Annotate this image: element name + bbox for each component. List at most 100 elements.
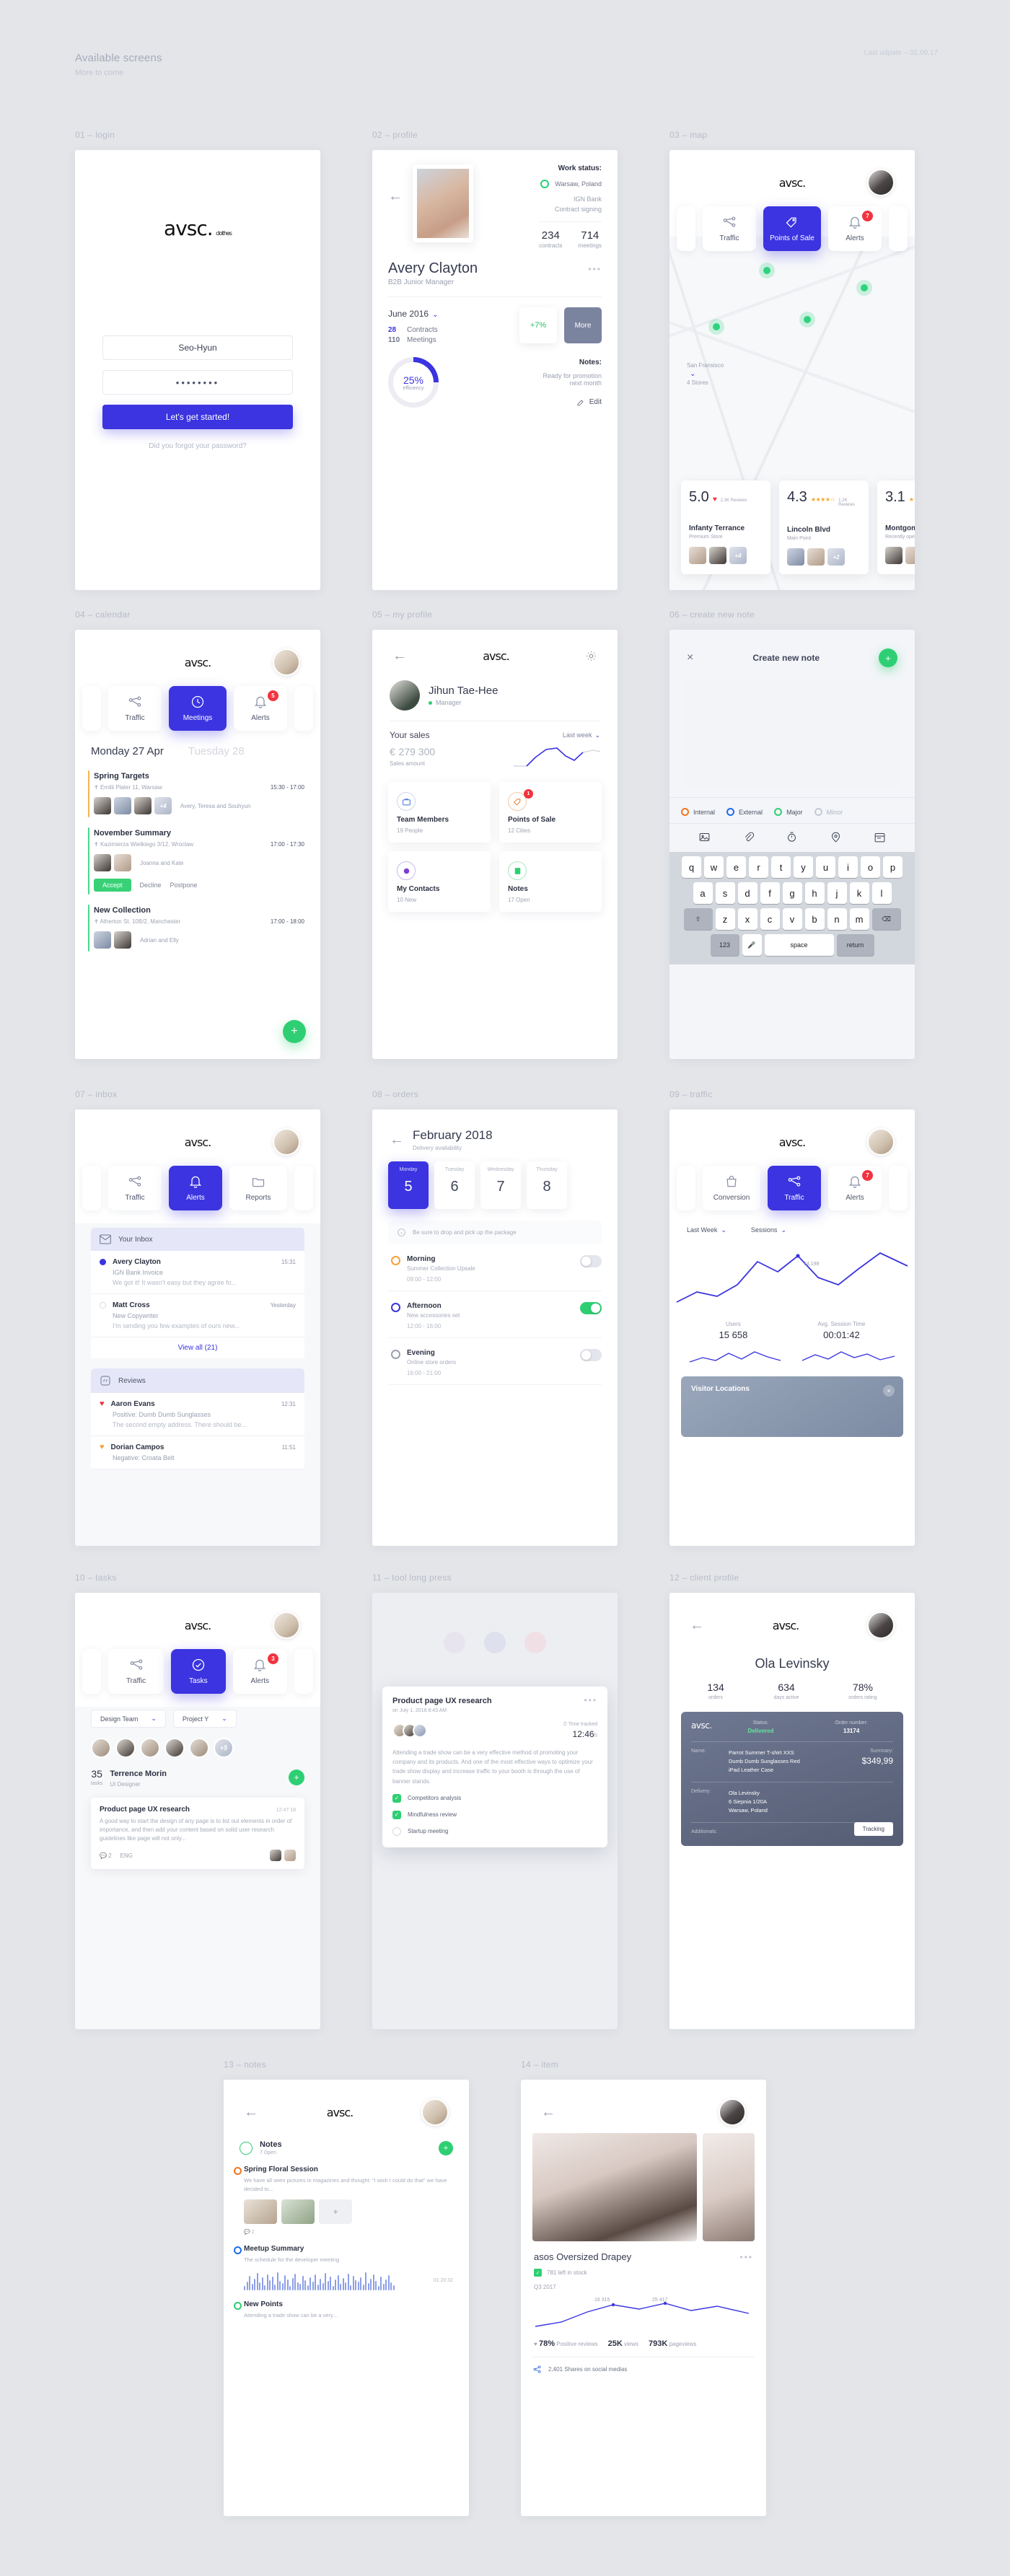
map-pin[interactable] [763, 267, 770, 274]
slot-item[interactable]: Morning Summer Collection Upsale 09:00 -… [388, 1247, 602, 1291]
tag-major[interactable]: Major [774, 808, 803, 816]
key[interactable]: f [760, 882, 780, 904]
login-button[interactable]: Let's get started! [102, 405, 293, 429]
nav-alerts[interactable]: 3 Alerts [232, 1649, 287, 1694]
tile-my-contacts[interactable]: My Contacts 10 New [388, 851, 491, 912]
team-filter[interactable]: Design Team ⌄ [91, 1710, 166, 1728]
avatar[interactable] [273, 1612, 300, 1639]
avatar[interactable] [115, 1738, 136, 1758]
key[interactable]: m [849, 908, 869, 930]
day-item[interactable]: Monday 5 [388, 1161, 429, 1209]
tile-notes[interactable]: Notes 17 Open [499, 851, 602, 912]
back-icon[interactable]: ← [388, 164, 403, 249]
map-pin[interactable] [713, 323, 720, 330]
avatar[interactable] [421, 2098, 449, 2126]
nav-tasks[interactable]: Tasks [171, 1649, 226, 1694]
nav-prev[interactable] [82, 1166, 101, 1210]
location-icon[interactable] [830, 831, 842, 843]
password-input[interactable]: •••••••• [102, 370, 293, 395]
view-all-button[interactable]: View all (21) [91, 1337, 304, 1358]
map-pin[interactable] [804, 316, 811, 323]
return-key[interactable]: return [836, 934, 874, 956]
event-item[interactable]: New Collection ✝ Atherton St. 10B/2, Man… [75, 899, 320, 956]
nav-meetings[interactable]: Meetings [169, 686, 227, 731]
close-icon[interactable]: × [883, 1385, 895, 1397]
slot-item[interactable]: Afternoon New accessories set 12:00 - 16… [388, 1294, 602, 1338]
nav-traffic[interactable]: Traffic [108, 1649, 164, 1694]
store-card[interactable]: 4.3 ★★★★☆ 1.2K Reviews Lincoln Blvd Main P… [779, 480, 869, 574]
back-icon[interactable]: ← [392, 649, 407, 663]
avatar[interactable] [390, 680, 420, 711]
back-icon[interactable]: ← [541, 2105, 556, 2119]
day-item[interactable]: Tuesday 6 [434, 1161, 475, 1209]
tag-external[interactable]: External [726, 808, 763, 816]
chevron-down-icon[interactable]: ⌄ [432, 311, 438, 319]
key[interactable]: h [804, 882, 825, 904]
store-card[interactable]: 3.1★★★ Montgomery Recently opened [877, 480, 915, 574]
decline-button[interactable]: Decline [140, 882, 162, 889]
close-icon[interactable]: × [687, 651, 693, 664]
mail-item[interactable]: Matt Cross Yesterday New Copywriter I'm s… [91, 1294, 304, 1337]
key[interactable]: a [693, 882, 713, 904]
avatar[interactable] [91, 1738, 111, 1758]
tile-points-of-sale[interactable]: 1 Points of Sale 12 Cities [499, 782, 602, 843]
key[interactable]: i [838, 856, 858, 878]
key[interactable]: g [782, 882, 802, 904]
calendar-icon[interactable] [874, 831, 886, 843]
review-item[interactable]: ♥ Dorian Campos 11:51 Negative: Croata Bel… [91, 1436, 304, 1469]
back-icon[interactable]: ← [390, 1133, 404, 1147]
tag-internal[interactable]: Internal [681, 808, 715, 816]
checklist-item[interactable]: ✓ Mindfulness review [392, 1810, 597, 1819]
more-options-icon[interactable]: ••• [588, 264, 602, 274]
avatar[interactable] [719, 2098, 746, 2126]
backspace-key[interactable]: ⌫ [871, 908, 901, 930]
day-item[interactable]: Thursday 8 [527, 1161, 567, 1209]
next-day[interactable]: Tuesday 28 [188, 745, 245, 757]
key[interactable]: n [827, 908, 847, 930]
event-item[interactable]: Spring Targets ✝ Emilii Plater 11, Warsa… [75, 765, 320, 822]
nav-alerts[interactable]: 5 Alerts [234, 686, 287, 731]
slot-toggle[interactable] [580, 1255, 602, 1267]
add-event-button[interactable]: + [283, 1020, 306, 1043]
nav-traffic[interactable]: Traffic [108, 1166, 162, 1210]
avatar[interactable] [189, 1738, 209, 1758]
nav-prev[interactable] [82, 686, 101, 731]
space-key[interactable]: space [764, 934, 834, 956]
key[interactable]: u [816, 856, 835, 878]
day-item[interactable]: Wednesday 7 [480, 1161, 521, 1209]
slot-toggle[interactable] [580, 1349, 602, 1361]
current-day[interactable]: Monday 27 Apr [91, 745, 164, 757]
postpone-button[interactable]: Postpone [170, 882, 198, 889]
username-input[interactable]: Seo-Hyun [102, 335, 293, 360]
timer-icon[interactable] [786, 831, 798, 843]
avatar[interactable] [867, 1128, 895, 1156]
nav-next[interactable] [889, 206, 908, 251]
store-card[interactable]: 5.0 ♥ 2.3K Reviews Infanty Terrance Premiu… [681, 480, 770, 574]
avatar[interactable] [140, 1738, 160, 1758]
more-options-icon[interactable]: ••• [584, 1695, 597, 1705]
image-icon[interactable] [698, 831, 711, 843]
edit-button[interactable]: Edit [543, 398, 602, 407]
avatar[interactable] [867, 1612, 895, 1639]
nav-traffic[interactable]: Traffic [703, 206, 756, 251]
nav-next[interactable] [294, 1166, 313, 1210]
key[interactable]: p [883, 856, 903, 878]
product-image-thumb[interactable] [703, 2133, 755, 2241]
key[interactable]: c [760, 908, 780, 930]
gear-icon[interactable] [585, 650, 597, 662]
key[interactable]: b [804, 908, 825, 930]
nav-next[interactable] [889, 1166, 908, 1210]
key[interactable]: l [871, 882, 892, 904]
nav-traffic[interactable]: Traffic [768, 1166, 821, 1210]
note-item[interactable]: New Points Attending a trade show can be… [224, 2290, 469, 2320]
event-item[interactable]: November Summary ✝ Kazimierza Wielkiego … [75, 822, 320, 899]
key[interactable]: s [715, 882, 735, 904]
numbers-key[interactable]: 123 [710, 934, 739, 956]
key[interactable]: r [749, 856, 768, 878]
map-pin[interactable] [861, 284, 868, 291]
accept-button[interactable]: Accept [94, 879, 131, 892]
more-options-icon[interactable]: ••• [739, 2252, 753, 2262]
nav-alerts[interactable]: 7 Alerts [828, 1166, 882, 1210]
product-image[interactable] [532, 2133, 697, 2241]
key[interactable]: x [737, 908, 758, 930]
